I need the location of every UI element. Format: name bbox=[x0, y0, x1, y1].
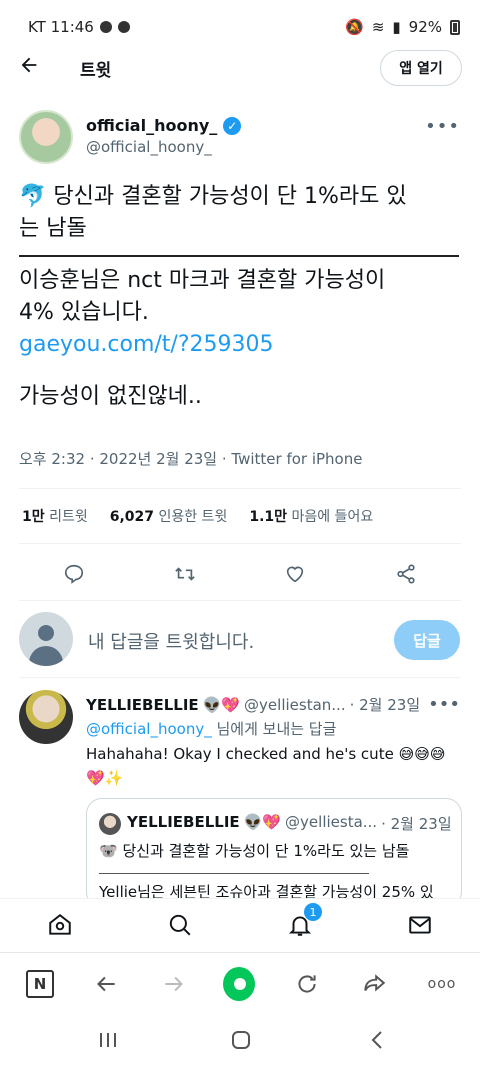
user-avatar-placeholder bbox=[19, 612, 73, 666]
system-home-icon[interactable] bbox=[226, 1028, 256, 1052]
divider bbox=[19, 488, 461, 489]
page-title: 트윗 bbox=[80, 61, 112, 81]
share-icon[interactable] bbox=[388, 556, 424, 592]
mute-icon: 🔕 bbox=[345, 18, 364, 36]
notification-badge: 1 bbox=[304, 903, 322, 921]
system-nav-bar bbox=[0, 1014, 480, 1067]
system-back-icon[interactable] bbox=[362, 1028, 392, 1052]
koala-icon: 🐨 bbox=[99, 842, 118, 860]
quoted-author-name: YELLIEBELLIE bbox=[127, 813, 240, 831]
naver-n-icon[interactable]: N bbox=[24, 968, 56, 1000]
notification-icon bbox=[99, 21, 112, 33]
twitter-bottom-nav: 1 bbox=[0, 898, 480, 952]
reply-author-avatar[interactable] bbox=[19, 690, 73, 744]
author-handle[interactable]: @official_hoony_ bbox=[86, 138, 212, 156]
verified-badge-icon: ✓ bbox=[223, 116, 242, 135]
like-heart-icon[interactable] bbox=[277, 556, 313, 592]
tweet-link[interactable]: gaeyou.com/t/?259305 bbox=[19, 329, 464, 361]
open-app-button[interactable]: 앱 열기 bbox=[380, 50, 462, 86]
author-avatar[interactable] bbox=[19, 110, 73, 164]
message-icon bbox=[117, 21, 130, 33]
tweet-line-1: 당신과 결혼할 가능성이 단 1%라도 있 bbox=[53, 184, 407, 209]
tweet-line-4: 4% 있습니다. bbox=[19, 300, 149, 325]
browser-home-icon[interactable] bbox=[223, 967, 255, 1001]
reply-icon[interactable] bbox=[56, 556, 92, 592]
notifications-bell-icon[interactable]: 1 bbox=[284, 903, 322, 941]
back-arrow-icon[interactable] bbox=[18, 54, 42, 78]
tweet-actions bbox=[0, 556, 480, 592]
browser-more-icon[interactable]: ooo bbox=[424, 968, 460, 1000]
home-icon[interactable] bbox=[44, 909, 76, 941]
divider bbox=[19, 543, 461, 544]
text-divider bbox=[19, 255, 459, 257]
quotes-stat[interactable]: 6,027 인용한 트윗 bbox=[110, 506, 228, 526]
author-name[interactable]: official_hoony_ bbox=[86, 116, 217, 135]
messages-envelope-icon[interactable] bbox=[404, 909, 436, 941]
status-bar: KT 11:46 🔕 ≋ ▮ 92% bbox=[0, 0, 480, 40]
retweet-icon[interactable] bbox=[167, 556, 203, 592]
quoted-divider bbox=[99, 873, 369, 874]
browser-share-icon[interactable] bbox=[358, 968, 390, 1000]
signal-icon: ▮ bbox=[392, 18, 401, 36]
reload-icon[interactable] bbox=[291, 968, 323, 1000]
reply-input[interactable]: 내 답글을 트윗합니다. bbox=[88, 628, 254, 654]
tweet-line-5: 가능성이 없진않네.. bbox=[19, 384, 202, 409]
battery-percent: 92% bbox=[408, 18, 442, 36]
quoted-header: YELLIEBELLIE 👽💖 @yelliesta... · 2월 23일 bbox=[127, 813, 457, 834]
reply-header: YELLIEBELLIE 👽💖 @yelliestan... · 2월 23일 bbox=[86, 694, 436, 715]
recent-apps-icon[interactable] bbox=[93, 1028, 123, 1052]
quoted-text: 🐨 당신과 결혼할 가능성이 단 1%라도 있는 남돌 bbox=[99, 842, 410, 860]
app-header: 트윗 앱 열기 bbox=[0, 40, 480, 96]
reply-more-options-icon[interactable]: ••• bbox=[428, 694, 460, 715]
quoted-author-avatar bbox=[99, 813, 121, 835]
more-options-icon[interactable]: ••• bbox=[425, 116, 460, 137]
reply-author-name[interactable]: YELLIEBELLIE bbox=[86, 696, 199, 714]
browser-toolbar: N ooo bbox=[0, 952, 480, 1014]
tweet-line-3: 이승훈님은 nct 마크과 결혼할 가능성이 bbox=[19, 268, 386, 293]
tweet-text: 🐬 당신과 결혼할 가능성이 단 1%라도 있 는 남돌 이승훈님은 nct 마… bbox=[19, 181, 464, 413]
replying-to: @official_hoony_ 님에게 보내는 답글 bbox=[86, 720, 337, 738]
carrier-time: KT 11:46 bbox=[28, 18, 94, 36]
browser-back-icon[interactable] bbox=[90, 968, 122, 1000]
quoted-author-handle: @yelliesta... bbox=[285, 813, 378, 831]
replying-to-handle[interactable]: @official_hoony_ bbox=[86, 720, 212, 738]
author-name-row[interactable]: official_hoony_ ✓ bbox=[86, 116, 242, 135]
quoted-tweet-card[interactable]: YELLIEBELLIE 👽💖 @yelliesta... · 2월 23일 🐨… bbox=[86, 798, 462, 908]
divider bbox=[19, 600, 461, 601]
quoted-date: · 2월 23일 bbox=[381, 815, 452, 833]
reply-date: · 2월 23일 bbox=[349, 696, 421, 714]
dolphin-icon: 🐬 bbox=[19, 184, 47, 209]
reply-text: Hahahaha! Okay I checked and he's cute 😅… bbox=[86, 745, 446, 787]
likes-stat[interactable]: 1.1만 마음에 들어요 bbox=[249, 506, 373, 526]
reply-author-handle[interactable]: @yelliestan... bbox=[244, 696, 346, 714]
alien-heart-emoji-icon: 👽💖 bbox=[202, 695, 241, 714]
alien-heart-emoji-icon: 👽💖 bbox=[243, 813, 282, 831]
battery-icon bbox=[450, 19, 460, 35]
divider bbox=[19, 677, 461, 678]
tweet-line-2: 는 남돌 bbox=[19, 216, 87, 241]
reply-button[interactable]: 답글 bbox=[394, 620, 460, 660]
tweet-stats: 1만 리트윗 6,027 인용한 트윗 1.1만 마음에 들어요 bbox=[22, 506, 373, 526]
retweets-stat[interactable]: 1만 리트윗 bbox=[22, 506, 88, 526]
wifi-icon: ≋ bbox=[371, 18, 385, 36]
tweet-meta: 오후 2:32 · 2022년 2월 23일 · Twitter for iPh… bbox=[19, 450, 363, 468]
browser-forward-icon[interactable] bbox=[158, 968, 190, 1000]
search-icon[interactable] bbox=[164, 909, 196, 941]
reply-compose: 내 답글을 트윗합니다. 답글 bbox=[0, 606, 480, 676]
